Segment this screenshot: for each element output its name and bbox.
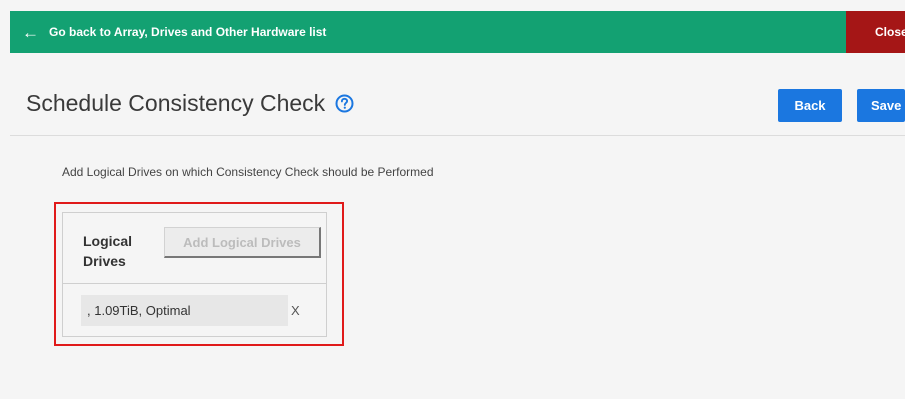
- instruction-text: Add Logical Drives on which Consistency …: [62, 165, 434, 179]
- back-link-label: Go back to Array, Drives and Other Hardw…: [49, 25, 327, 39]
- add-logical-drives-button[interactable]: Add Logical Drives: [164, 227, 321, 258]
- logical-drives-label: Logical Drives: [83, 233, 133, 269]
- help-icon[interactable]: [335, 94, 354, 113]
- title-row: Schedule Consistency Check: [26, 90, 354, 117]
- close-button-label: Close: [875, 25, 905, 39]
- page-title: Schedule Consistency Check: [26, 90, 326, 116]
- logical-drive-value: , 1.09TiB, Optimal: [81, 295, 288, 326]
- header-divider: [10, 135, 905, 136]
- logical-drives-panel: Logical Drives Add Logical Drives , 1.09…: [62, 212, 327, 337]
- back-arrow-icon: ←: [22, 22, 39, 42]
- back-to-hardware-list-link[interactable]: ← Go back to Array, Drives and Other Har…: [22, 11, 326, 53]
- back-button[interactable]: Back: [778, 89, 842, 122]
- top-navigation-bar: ← Go back to Array, Drives and Other Har…: [10, 11, 905, 53]
- logical-drives-header: Logical Drives Add Logical Drives: [63, 213, 326, 284]
- save-button[interactable]: Save: [857, 89, 905, 122]
- remove-drive-button[interactable]: X: [291, 295, 305, 326]
- close-button[interactable]: Close: [846, 11, 905, 53]
